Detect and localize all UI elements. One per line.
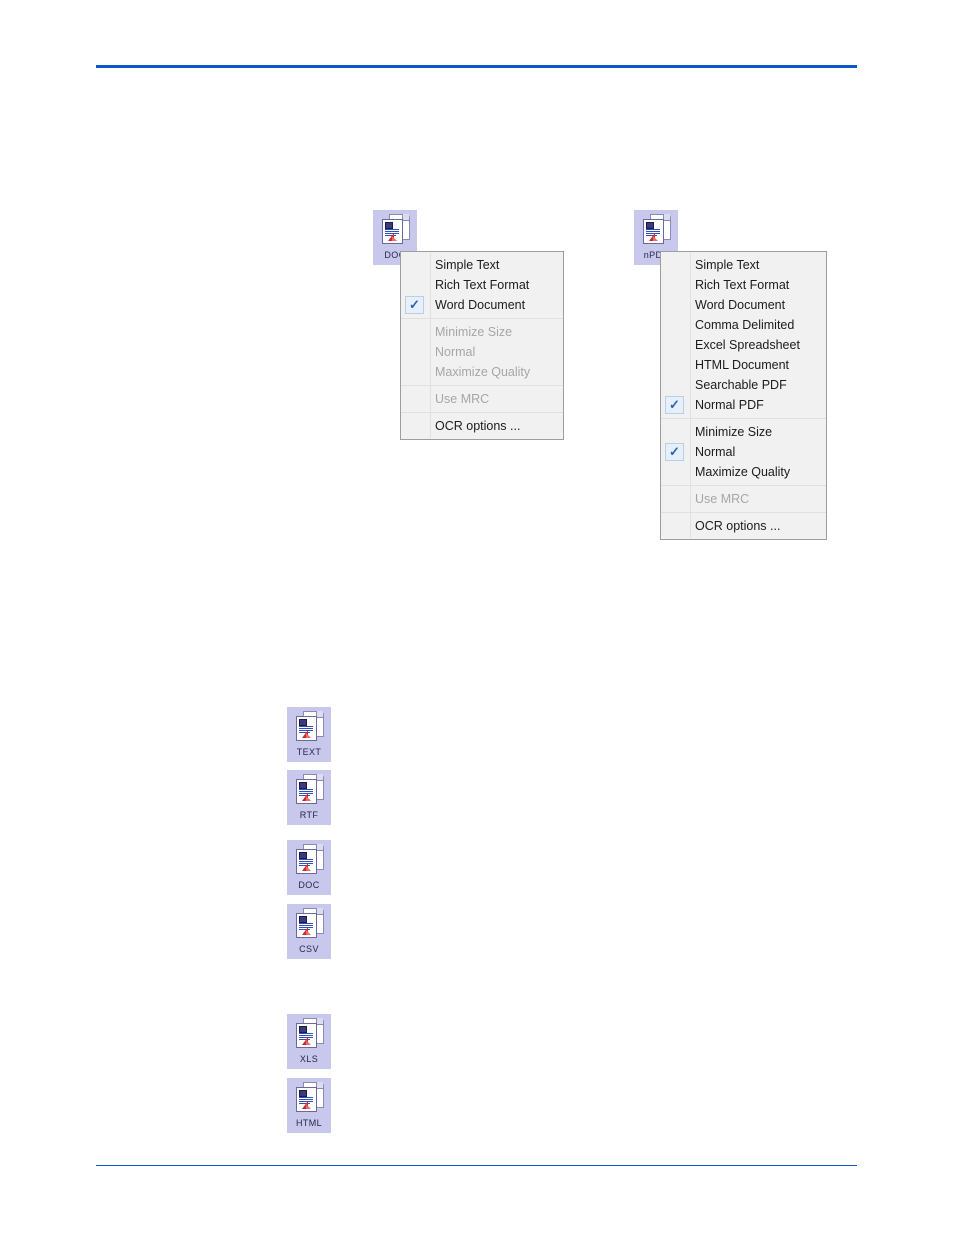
menu-separator [661,485,826,486]
file-icon-doc[interactable]: DOC [287,840,331,895]
document-icon [293,1081,325,1113]
file-icon-csv[interactable]: CSV [287,904,331,959]
menu-item-label: Minimize Size [695,425,773,439]
menu-item[interactable]: Searchable PDF [661,375,826,395]
document-icon [293,710,325,742]
menu-item[interactable]: ✓ Normal PDF [661,395,826,415]
menu-item[interactable]: Minimize Size [661,422,826,442]
menu-item: Maximize Quality [401,362,563,382]
menu-item-label: Maximize Quality [435,365,531,379]
menu-item-label: Searchable PDF [695,378,787,392]
menu-separator [661,418,826,419]
menu-item[interactable]: ✓ Normal [661,442,826,462]
menu-item[interactable]: Maximize Quality [661,462,826,482]
check-icon: ✓ [409,297,420,312]
file-icon-html[interactable]: HTML [287,1078,331,1133]
file-icon-xls[interactable]: XLS [287,1014,331,1069]
menu-item[interactable]: Simple Text [401,255,563,275]
menu-item[interactable]: HTML Document [661,355,826,375]
menu-item: Minimize Size [401,322,563,342]
document-icon [293,1017,325,1049]
menu-item-label: HTML Document [695,358,790,372]
menu-separator [401,318,563,319]
menu-item[interactable]: OCR options ... [401,416,563,436]
menu-item-label: OCR options ... [695,519,781,533]
menu-item[interactable]: OCR options ... [661,516,826,536]
menu-item-label: Word Document [435,298,526,312]
menu-item-label: Word Document [695,298,786,312]
menu-item[interactable]: Rich Text Format [661,275,826,295]
menu-separator [661,512,826,513]
menu-item[interactable]: Comma Delimited [661,315,826,335]
document-icon [293,843,325,875]
menu-item-label: Rich Text Format [435,278,530,292]
document-icon [293,773,325,805]
file-icon-label: RTF [299,810,319,820]
menu-item-label: Normal [435,345,476,359]
menu-separator [401,385,563,386]
menu-items-container: Simple Text Rich Text Format Word Document… [661,252,826,539]
menu-item: Use MRC [661,489,826,509]
menu-separator [401,412,563,413]
menu-item-label: OCR options ... [435,419,521,433]
menu-item-label: Rich Text Format [695,278,790,292]
menu-item[interactable]: Excel Spreadsheet [661,335,826,355]
menu-item: Use MRC [401,389,563,409]
menu-item-label: Excel Spreadsheet [695,338,800,352]
menu-item-label: Simple Text [435,258,500,272]
menu-item: Normal [401,342,563,362]
menu-item-label: Maximize Quality [695,465,791,479]
document-icon [640,213,672,245]
menu-item-label: Simple Text [695,258,760,272]
menu-items-container: Simple Text Rich Text Format ✓ Word Documen… [401,252,563,439]
menu-item-label: Minimize Size [435,325,513,339]
menu-item[interactable]: Rich Text Format [401,275,563,295]
menu-item[interactable]: Simple Text [661,255,826,275]
npdf-format-context-menu[interactable]: Simple Text Rich Text Format Word Document… [660,251,827,540]
doc-format-context-menu[interactable]: Simple Text Rich Text Format ✓ Word Documen… [400,251,564,440]
menu-item-label: Normal [695,445,736,459]
file-icon-label: XLS [299,1054,319,1064]
menu-item-label: Normal PDF [695,398,764,412]
menu-item[interactable]: ✓ Word Document [401,295,563,315]
menu-item-label: Use MRC [435,392,490,406]
menu-item-label: Use MRC [695,492,750,506]
menu-item[interactable]: Word Document [661,295,826,315]
file-icon-text[interactable]: TEXT [287,707,331,762]
file-icon-label: CSV [299,944,319,954]
check-icon: ✓ [669,397,680,412]
menu-item-label: Comma Delimited [695,318,795,332]
page-footer-rule [96,1165,857,1166]
document-icon [293,907,325,939]
check-icon: ✓ [669,444,680,459]
file-icon-label: TEXT [296,747,322,757]
page-header-rule [96,65,857,68]
file-icon-label: DOC [298,880,320,890]
document-icon [379,213,411,245]
file-icon-label: HTML [295,1118,323,1128]
file-icon-rtf[interactable]: RTF [287,770,331,825]
